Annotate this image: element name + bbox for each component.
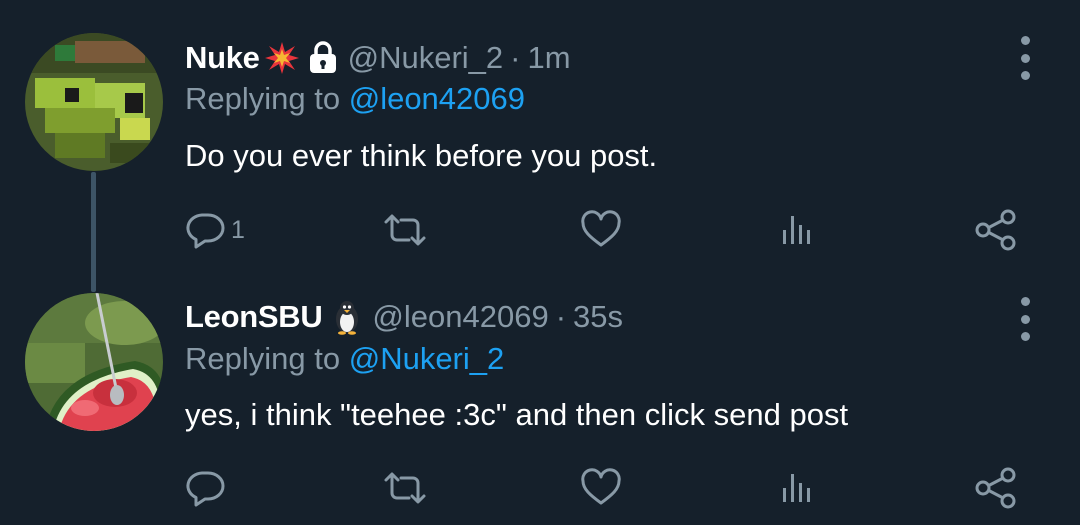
replying-to-line: Replying to @leon42069 <box>185 81 525 117</box>
reply-count: 1 <box>231 215 245 244</box>
views-button[interactable] <box>778 205 818 255</box>
share-icon <box>975 467 1016 509</box>
like-icon <box>581 210 621 247</box>
separator-dot: · <box>510 40 521 75</box>
avatar[interactable] <box>25 33 163 171</box>
views-icon <box>783 216 810 244</box>
retweet-button[interactable] <box>382 205 428 255</box>
views-button[interactable] <box>778 463 818 513</box>
replying-to-link[interactable]: @leon42069 <box>349 81 525 116</box>
lock-icon <box>308 41 338 75</box>
like-button[interactable] <box>580 463 622 513</box>
like-icon <box>581 468 621 505</box>
reply-icon <box>186 213 225 249</box>
views-icon <box>783 474 810 502</box>
user-handle[interactable]: @leon42069 <box>372 299 548 335</box>
tweet[interactable]: LeonSBU @leon42069 · 35s Replying to @Nu… <box>0 270 1080 525</box>
penguin-emoji <box>332 299 362 335</box>
tweet-header: LeonSBU @leon42069 · 35s <box>185 297 623 337</box>
tweet-actions: 1 <box>0 205 1080 255</box>
tweet-text: yes, i think "teehee :3c" and then click… <box>185 397 849 432</box>
reply-button[interactable]: 1 <box>185 205 245 255</box>
reply-icon <box>186 471 225 507</box>
retweet-icon <box>384 472 426 504</box>
retweet-button[interactable] <box>382 463 428 513</box>
replying-to-label: Replying to <box>185 341 349 376</box>
avatar[interactable] <box>25 293 163 431</box>
retweet-icon <box>384 214 426 246</box>
timestamp[interactable]: 35s <box>573 299 623 335</box>
collision-emoji <box>264 40 300 76</box>
more-options-icon[interactable] <box>1012 36 1038 80</box>
replying-to-line: Replying to @Nukeri_2 <box>185 341 504 377</box>
tweet-text: Do you ever think before you post. <box>185 138 658 173</box>
tweet-actions <box>0 463 1080 513</box>
user-handle[interactable]: @Nukeri_2 <box>348 40 504 76</box>
avatar-image <box>25 293 163 431</box>
replying-to-link[interactable]: @Nukeri_2 <box>349 341 505 376</box>
avatar-image <box>25 33 163 171</box>
timestamp[interactable]: 1m <box>527 40 570 76</box>
reply-button[interactable] <box>185 463 231 513</box>
separator-dot: · <box>555 299 567 334</box>
share-button[interactable] <box>974 463 1018 513</box>
more-options-icon[interactable] <box>1012 297 1038 341</box>
replying-to-label: Replying to <box>185 81 349 116</box>
tweet[interactable]: Nuke @Nukeri_2 · 1m Replying to @leon420… <box>0 0 1080 292</box>
share-button[interactable] <box>974 205 1018 255</box>
display-name[interactable]: LeonSBU <box>185 299 323 335</box>
like-button[interactable] <box>580 205 622 255</box>
tweet-header: Nuke @Nukeri_2 · 1m <box>185 38 571 78</box>
display-name[interactable]: Nuke <box>185 40 260 76</box>
share-icon <box>975 209 1016 251</box>
